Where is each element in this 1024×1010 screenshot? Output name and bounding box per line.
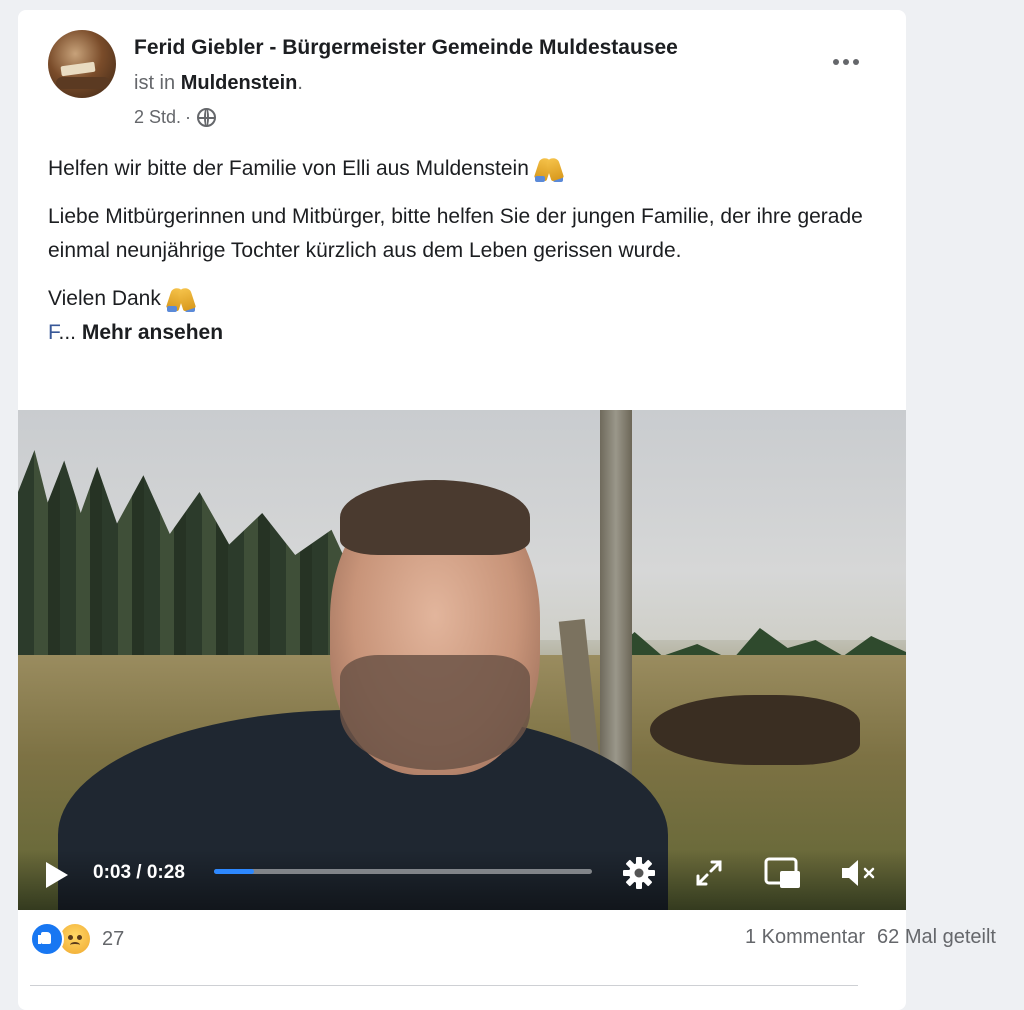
- location-line: ist in Muldenstein.: [134, 72, 303, 95]
- post-paragraph-2: Liebe Mitbürgerinnen und Mitbürger, bitt…: [48, 205, 863, 262]
- video-uprooted-tree: [650, 695, 860, 765]
- mute-icon[interactable]: [838, 856, 878, 890]
- divider: [30, 985, 858, 986]
- post-meta: 2 Std. ·: [134, 107, 217, 128]
- video-progress-bar[interactable]: [214, 869, 592, 874]
- post-paragraph-4: F... Mehr ansehen: [48, 316, 868, 350]
- location-suffix: .: [297, 72, 303, 94]
- post-card: Ferid Giebler - Bürgermeister Gemeinde M…: [18, 10, 906, 1010]
- reaction-count: 27: [102, 927, 125, 950]
- play-icon[interactable]: [46, 862, 68, 888]
- location-link[interactable]: Muldenstein: [181, 72, 298, 94]
- like-icon: [30, 922, 64, 956]
- location-prefix: ist in: [134, 72, 176, 94]
- gear-icon[interactable]: [622, 856, 656, 890]
- post-paragraph-1: Helfen wir bitte der Familie von Elli au…: [48, 152, 868, 186]
- avatar-plate: [56, 77, 110, 89]
- meta-separator: ·: [185, 107, 192, 127]
- post-paragraph-3: Vielen Dank: [48, 282, 868, 316]
- praying-hands-icon: [534, 156, 563, 183]
- author-name[interactable]: Ferid Giebler - Bürgermeister Gemeinde M…: [134, 36, 678, 60]
- dot-icon: [843, 59, 849, 65]
- reactions-summary[interactable]: 27: [30, 922, 124, 956]
- paragraph-3-text: Vielen Dank: [48, 287, 161, 310]
- picture-in-picture-icon[interactable]: [764, 856, 802, 890]
- fullscreen-icon[interactable]: [694, 858, 724, 888]
- post-stats: 1 Kommentar 62 Mal geteilt: [745, 926, 996, 949]
- avatar-sign: [60, 61, 96, 77]
- truncated-link[interactable]: F: [48, 321, 59, 344]
- paragraph-1-text: Helfen wir bitte der Familie von Elli au…: [48, 157, 529, 180]
- video-person-beard: [340, 655, 530, 770]
- globe-icon[interactable]: [197, 108, 217, 127]
- comment-count-link[interactable]: 1 Kommentar: [745, 926, 865, 949]
- more-options-button[interactable]: [826, 50, 866, 74]
- timestamp[interactable]: 2 Std.: [134, 107, 181, 128]
- avatar[interactable]: [48, 30, 116, 98]
- dot-icon: [833, 59, 839, 65]
- dot-icon: [853, 59, 859, 65]
- video-progress-fill: [214, 869, 255, 874]
- see-more-button[interactable]: Mehr ansehen: [82, 321, 223, 344]
- video-person-hair: [340, 480, 530, 555]
- video-time: 0:03 / 0:28: [93, 862, 185, 883]
- post-text: Helfen wir bitte der Familie von Elli au…: [48, 152, 868, 350]
- share-count-link[interactable]: 62 Mal geteilt: [877, 926, 996, 949]
- praying-hands-icon: [166, 286, 195, 313]
- ellipsis: ...: [58, 321, 77, 344]
- video-tree-trunk: [600, 410, 632, 780]
- video-player[interactable]: 0:03 / 0:28: [18, 410, 906, 910]
